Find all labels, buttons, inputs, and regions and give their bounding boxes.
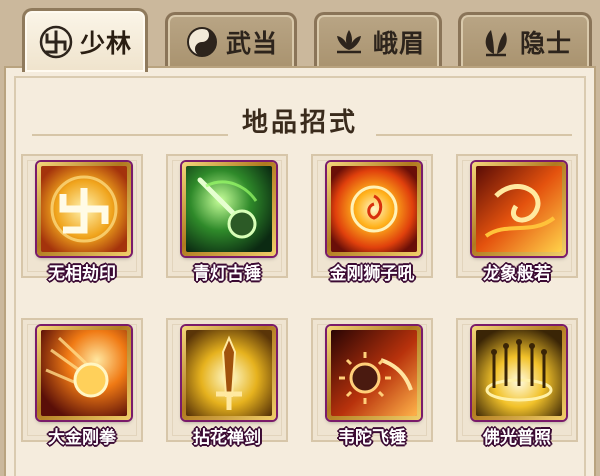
skill-name: 龙象般若 <box>483 264 551 284</box>
skill-card[interactable]: 金刚狮子吼 <box>311 154 433 294</box>
tab-emei[interactable]: 峨眉 <box>314 12 442 68</box>
tab-label: 隐士 <box>519 28 572 58</box>
yin-yang-icon <box>186 26 217 57</box>
skill-icon-frame <box>327 326 421 420</box>
skill-icon-frame <box>327 162 421 256</box>
spiked-flying-hammer-icon <box>331 330 417 416</box>
skill-card[interactable]: 龙象般若 <box>456 154 578 294</box>
flaming-fist-icon <box>41 330 127 416</box>
skill-card[interactable]: 韦陀飞锤 <box>311 318 433 458</box>
skill-icon-frame <box>182 162 276 256</box>
green-lantern-mace-icon <box>186 166 272 252</box>
golden-sword-icon <box>186 330 272 416</box>
skill-name: 韦陀飞锤 <box>338 428 406 448</box>
fire-dragon-icon <box>476 166 562 252</box>
skill-name: 青灯古锤 <box>193 264 261 284</box>
tab-label: 峨眉 <box>372 28 425 58</box>
lotus-icon <box>336 29 361 53</box>
skill-card[interactable]: 大金刚拳 <box>21 318 143 458</box>
swastika-icon <box>39 25 73 58</box>
skill-icon-frame <box>37 162 131 256</box>
skill-name: 无相劫印 <box>48 264 116 284</box>
skill-icon-frame <box>37 326 131 420</box>
skill-name: 佛光普照 <box>483 428 551 448</box>
skill-name: 大金刚拳 <box>48 428 116 448</box>
skill-panel: 地品招式 无相劫印 青灯古锤 金刚狮子吼 龙象般若 大金刚拳 拈花禅剑 韦陀飞锤… <box>4 66 596 476</box>
skill-name: 拈花禅剑 <box>193 428 261 448</box>
golden-swastika-seal-icon <box>41 166 127 252</box>
tab-hermit[interactable]: 隐士 <box>458 12 592 68</box>
skill-icon-frame <box>472 326 566 420</box>
tab-wudang[interactable]: 武当 <box>165 12 297 68</box>
leaf-icon <box>485 29 507 56</box>
tab-label: 少林 <box>79 28 132 58</box>
section-title: 地品招式 <box>241 108 358 138</box>
buddha-light-icon <box>476 330 562 416</box>
skill-icon-frame <box>182 326 276 420</box>
skill-card[interactable]: 佛光普照 <box>456 318 578 458</box>
skill-name: 金刚狮子吼 <box>329 264 415 284</box>
tab-label: 武当 <box>225 28 278 58</box>
skill-icon-frame <box>472 162 566 256</box>
skill-card[interactable]: 青灯古锤 <box>166 154 288 294</box>
tab-shaolin[interactable]: 少林 <box>22 8 148 72</box>
flaming-lion-roar-icon <box>331 166 417 252</box>
sect-tab-bar: 少林 武当 峨眉 隐士 <box>0 0 600 72</box>
skill-card[interactable]: 无相劫印 <box>21 154 143 294</box>
skill-card[interactable]: 拈花禅剑 <box>166 318 288 458</box>
